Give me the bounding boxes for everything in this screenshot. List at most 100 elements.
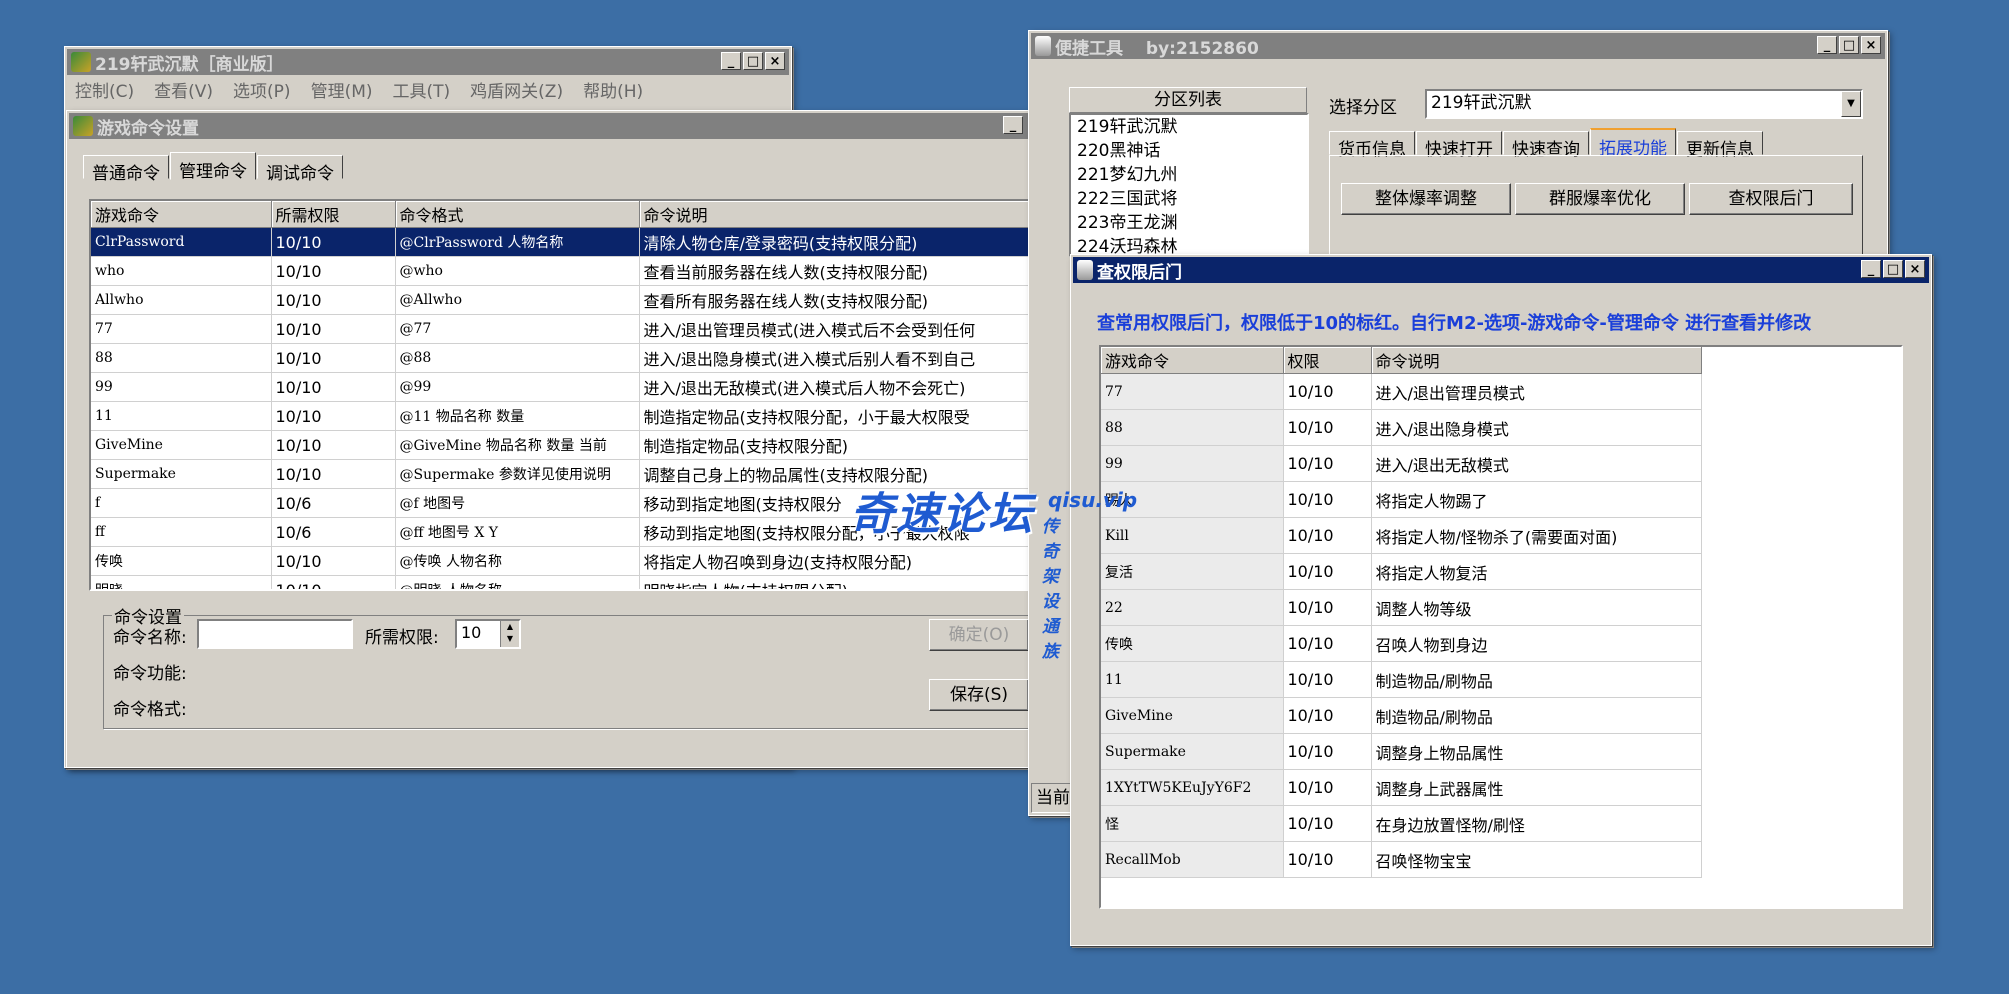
table-cell: 将指定人物召唤到身边(支持权限分配): [639, 546, 1037, 576]
tab-normal-commands[interactable]: 普通命令: [83, 155, 169, 184]
table-cell: @GiveMine 物品名称 数量 当前: [395, 430, 640, 460]
perm-table[interactable]: 游戏命令 权限 命令说明 77 10/10 进入/退出管理员模式 88 10/10 进入/退出…: [1099, 345, 1903, 909]
table-row[interactable]: 22 10/10 调整人物等级: [1101, 589, 1702, 626]
table-row[interactable]: Allwho 10/10 @Allwho 查看所有服务器在线人数(支持权限分配): [91, 285, 1037, 315]
maximize-button[interactable]: □: [743, 52, 763, 70]
column-header[interactable]: 命令说明: [639, 201, 1037, 228]
column-header[interactable]: 权限: [1283, 347, 1372, 374]
table-row[interactable]: Kill 10/10 将指定人物/怪物杀了(需要面对面): [1101, 517, 1702, 554]
table-cell: @ff 地图号 X Y: [395, 517, 640, 547]
tools-titlebar[interactable]: 便捷工具 by:2152860 _ □ ×: [1031, 33, 1885, 59]
column-header[interactable]: 所需权限: [271, 201, 396, 228]
table-row[interactable]: ff 10/6 @ff 地图号 X Y 移动到指定地图(支持权限分配，小于最大权限: [91, 517, 1037, 547]
table-row[interactable]: Supermake 10/10 @Supermake 参数详见使用说明 调整自己身上的…: [91, 459, 1037, 489]
table-cell: 在身边放置怪物/刷怪: [1371, 805, 1702, 842]
perm-spinner[interactable]: 10 ▲ ▼: [455, 619, 521, 649]
confirm-button[interactable]: 确定(O): [929, 619, 1029, 651]
tab-currency-info[interactable]: 货币信息: [1329, 131, 1415, 160]
list-item[interactable]: 222三国武将: [1071, 187, 1307, 211]
list-item[interactable]: 219轩武沉默: [1071, 115, 1307, 139]
close-button[interactable]: ×: [765, 52, 785, 70]
perm-label: 所需权限:: [365, 628, 439, 648]
table-row[interactable]: RecallMob 10/10 召唤怪物宝宝: [1101, 841, 1702, 878]
menu-item[interactable]: 工具(T): [393, 77, 451, 102]
table-cell: 10/10: [1283, 805, 1372, 842]
command-function-label: 命令功能:: [113, 664, 187, 684]
maximize-button[interactable]: □: [1839, 36, 1859, 54]
table-row[interactable]: 11 10/10 @11 物品名称 数量 制造指定物品(支持权限分配，小于最大权限受: [91, 401, 1037, 431]
close-button[interactable]: ×: [1905, 260, 1925, 278]
table-row[interactable]: f 10/6 @f 地图号 移动到指定地图(支持权限分: [91, 488, 1037, 518]
minimize-button[interactable]: _: [1817, 36, 1837, 54]
table-cell: @f 地图号: [395, 488, 640, 518]
table-cell: 10/10: [271, 430, 396, 460]
column-header[interactable]: 命令格式: [395, 201, 640, 228]
table-cell: ClrPassword: [91, 227, 272, 257]
tab-quick-open[interactable]: 快速打开: [1416, 131, 1502, 160]
tab-extended-features[interactable]: 拓展功能: [1590, 128, 1676, 159]
table-row[interactable]: 传唤 10/10 @传唤 人物名称 将指定人物召唤到身边(支持权限分配): [91, 546, 1037, 576]
main-window-title: 219轩武沉默［商业版］: [95, 54, 284, 75]
perm-notice: 查常用权限后门，权限低于10的标红。自行M2-选项-游戏命令-管理命令 进行查看…: [1097, 313, 1812, 334]
main-window-titlebar[interactable]: 219轩武沉默［商业版］ _ □ ×: [67, 49, 789, 75]
partition-select[interactable]: 219轩武沉默 ▼: [1425, 89, 1863, 119]
table-row[interactable]: 踢人 10/10 将指定人物踢了: [1101, 481, 1702, 518]
menu-item[interactable]: 控制(C): [75, 77, 134, 102]
command-name-input[interactable]: [197, 619, 353, 649]
list-item[interactable]: 220黑神话: [1071, 139, 1307, 163]
tab-quick-query[interactable]: 快速查询: [1503, 131, 1589, 160]
table-row[interactable]: 明晓10/10@明晓 人物名称明晓指定人物(支持权限分配): [91, 575, 1037, 589]
save-button[interactable]: 保存(S): [929, 679, 1029, 711]
table-row[interactable]: GiveMine 10/10 @GiveMine 物品名称 数量 当前 制造指定物品(…: [91, 430, 1037, 460]
table-row[interactable]: 88 10/10 @88 进入/退出隐身模式(进入模式后别人看不到自己: [91, 343, 1037, 373]
table-row[interactable]: 怪 10/10 在身边放置怪物/刷怪: [1101, 805, 1702, 842]
table-cell: 传唤: [1101, 625, 1284, 662]
menu-item[interactable]: 查看(V): [154, 77, 213, 102]
column-header[interactable]: 命令说明: [1371, 347, 1702, 374]
table-cell: 10/10: [1283, 733, 1372, 770]
table-row[interactable]: GiveMine 10/10 制造物品/刷物品: [1101, 697, 1702, 734]
table-row[interactable]: 99 10/10 进入/退出无敌模式: [1101, 445, 1702, 482]
perm-window: 查权限后门 _ □ × 查常用权限后门，权限低于10的标红。自行M2-选项-游戏…: [1070, 254, 1932, 946]
menu-item[interactable]: 选项(P): [233, 77, 291, 102]
game-cmd-titlebar[interactable]: 游戏命令设置 _: [69, 113, 1039, 139]
table-row[interactable]: 传唤 10/10 召唤人物到身边: [1101, 625, 1702, 662]
tab-debug-commands[interactable]: 调试命令: [257, 155, 343, 184]
table-cell: 10/10: [1283, 517, 1372, 554]
tab-update-info[interactable]: 更新信息: [1677, 131, 1763, 160]
chevron-down-icon[interactable]: ▼: [1841, 91, 1861, 117]
select-partition-label: 选择分区: [1329, 98, 1397, 118]
table-row[interactable]: 1XYtTW5KEuJyY6F2 10/10 调整身上武器属性: [1101, 769, 1702, 806]
table-row[interactable]: who 10/10 @who 查看当前服务器在线人数(支持权限分配): [91, 256, 1037, 286]
table-row[interactable]: ClrPassword 10/10 @ClrPassword 人物名称 清除人物仓库/…: [91, 227, 1037, 257]
overall-droprate-button[interactable]: 整体爆率调整: [1341, 183, 1511, 215]
table-row[interactable]: 11 10/10 制造物品/刷物品: [1101, 661, 1702, 698]
table-row[interactable]: 99 10/10 @99 进入/退出无敌模式(进入模式后人物不会死亡): [91, 372, 1037, 402]
minimize-button[interactable]: _: [721, 52, 741, 70]
group-droprate-button[interactable]: 群服爆率优化: [1515, 183, 1685, 215]
minimize-button[interactable]: _: [1003, 116, 1023, 134]
column-header[interactable]: 游戏命令: [91, 201, 272, 228]
list-item[interactable]: 223帝王龙渊: [1071, 211, 1307, 235]
partition-list[interactable]: 219轩武沉默 220黑神话 221梦幻九州 222三国武将 223帝王龙渊 224沃玛森…: [1069, 113, 1309, 257]
column-header[interactable]: 游戏命令: [1101, 347, 1284, 374]
table-row[interactable]: 复活 10/10 将指定人物复活: [1101, 553, 1702, 590]
maximize-button[interactable]: □: [1883, 260, 1903, 278]
bottle-icon: [1035, 36, 1051, 56]
menu-item[interactable]: 管理(M): [311, 77, 373, 102]
list-item[interactable]: 221梦幻九州: [1071, 163, 1307, 187]
menu-item[interactable]: 鸡盾网关(Z): [470, 77, 563, 102]
menu-item[interactable]: 帮助(H): [583, 77, 643, 102]
admin-commands-table[interactable]: 游戏命令 所需权限 命令格式 命令说明 ClrPassword 10/10 @ClrPas…: [89, 199, 1039, 591]
table-row[interactable]: Supermake 10/10 调整身上物品属性: [1101, 733, 1702, 770]
table-row[interactable]: 88 10/10 进入/退出隐身模式: [1101, 409, 1702, 446]
table-row[interactable]: 77 10/10 进入/退出管理员模式: [1101, 373, 1702, 410]
check-backdoor-button[interactable]: 查权限后门: [1689, 183, 1853, 215]
minimize-button[interactable]: _: [1861, 260, 1881, 278]
close-button[interactable]: ×: [1861, 36, 1881, 54]
table-cell: 移动到指定地图(支持权限分: [639, 488, 1037, 518]
table-row[interactable]: 77 10/10 @77 进入/退出管理员模式(进入模式后不会受到任何: [91, 314, 1037, 344]
spinner-arrows[interactable]: ▲ ▼: [500, 621, 519, 647]
tab-admin-commands[interactable]: 管理命令: [170, 152, 256, 182]
perm-titlebar[interactable]: 查权限后门 _ □ ×: [1073, 257, 1929, 283]
